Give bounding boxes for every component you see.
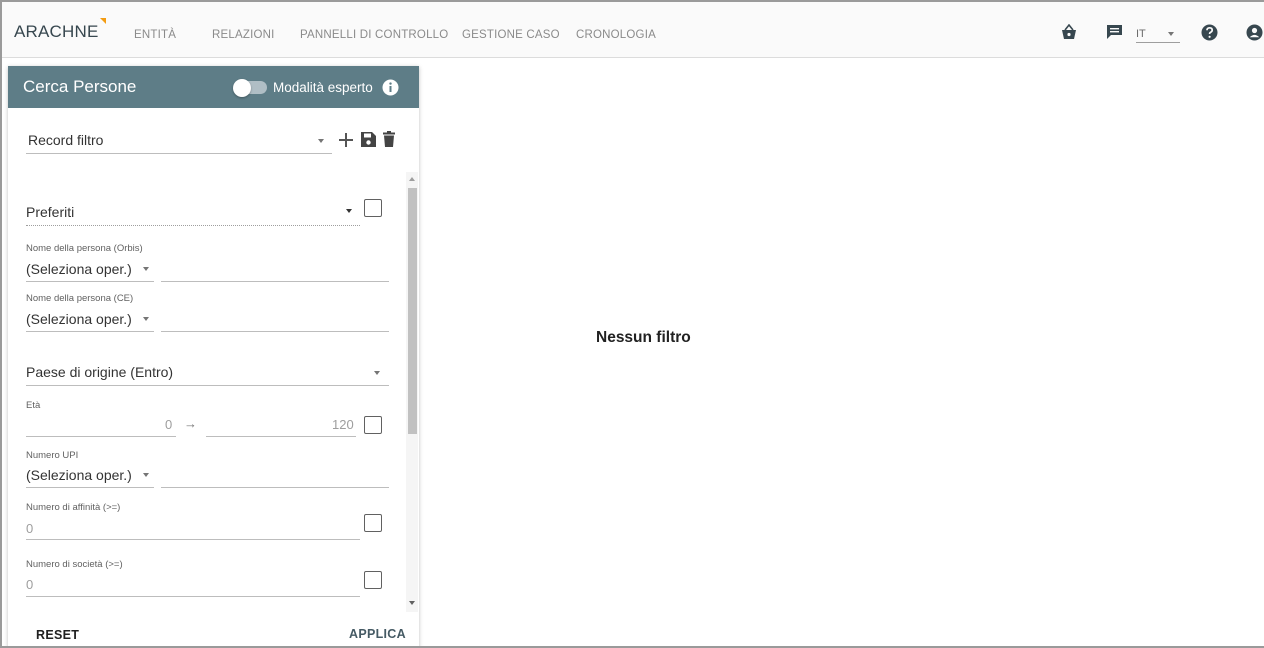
nav-gestione-caso[interactable]: GESTIONE CASO <box>462 29 560 41</box>
affinity-underline <box>26 539 360 540</box>
chevron-down-icon <box>374 371 380 375</box>
scroll-down-icon[interactable] <box>408 600 416 606</box>
favorites-checkbox[interactable] <box>364 199 382 217</box>
country-select[interactable]: Paese di origine (Entro) <box>26 364 173 380</box>
nav-entita[interactable]: ENTITÀ <box>134 29 176 41</box>
chevron-down-icon <box>346 209 352 213</box>
companies-checkbox[interactable] <box>364 571 382 589</box>
chevron-down-icon <box>143 267 149 271</box>
name-input-ce[interactable] <box>161 331 389 332</box>
age-max-underline <box>206 436 356 437</box>
brand-name: ARACHNE <box>14 22 99 41</box>
language-select[interactable]: IT <box>1136 28 1180 43</box>
chevron-down-icon <box>318 139 324 143</box>
panel-header: Cerca Persone Modalità esperto <box>8 66 419 108</box>
chat-icon[interactable] <box>1106 24 1123 40</box>
basket-icon[interactable] <box>1060 24 1078 40</box>
chevron-down-icon <box>1168 32 1174 36</box>
brand-logo[interactable]: ARACHNE <box>14 18 106 42</box>
operator-underline-upi <box>26 487 154 488</box>
operator-select-ce[interactable]: (Seleziona oper.) <box>26 311 132 327</box>
age-label: Età <box>26 400 41 411</box>
reset-button[interactable]: RESET <box>36 628 79 642</box>
scroll-up-icon[interactable] <box>408 176 416 182</box>
nav-relazioni[interactable]: RELAZIONI <box>212 29 275 41</box>
operator-select-upi[interactable]: (Seleziona oper.) <box>26 467 132 483</box>
favorites-select[interactable]: Preferiti <box>26 204 74 220</box>
operator-underline-orbis <box>26 281 154 282</box>
add-icon[interactable] <box>339 133 353 147</box>
expert-mode-label: Modalità esperto <box>273 80 373 95</box>
operator-select-orbis[interactable]: (Seleziona oper.) <box>26 261 132 277</box>
upi-label: Numero UPI <box>26 450 79 461</box>
search-panel: Cerca Persone Modalità esperto Record fi… <box>8 66 419 646</box>
age-checkbox[interactable] <box>364 416 382 434</box>
field-label-ce: Nome della persona (CE) <box>26 293 134 304</box>
affinity-checkbox[interactable] <box>364 514 382 532</box>
panel-title: Cerca Persone <box>23 77 137 96</box>
record-filter-underline <box>26 153 332 154</box>
favorites-underline <box>26 225 360 226</box>
nav-cronologia[interactable]: CRONOLOGIA <box>576 29 656 41</box>
toggle-knob <box>233 78 251 97</box>
name-input-orbis[interactable] <box>161 281 389 282</box>
country-underline <box>26 385 389 386</box>
expert-mode-toggle[interactable] <box>233 78 267 97</box>
arrow-right-icon: → <box>184 416 197 431</box>
scrollbar-thumb[interactable] <box>408 188 417 434</box>
top-bar: ARACHNE ENTITÀ RELAZIONI PANNELLI DI CON… <box>2 2 1264 58</box>
account-icon[interactable] <box>1246 24 1263 41</box>
operator-underline-ce <box>26 331 154 332</box>
age-max-input[interactable]: 120 <box>332 417 354 432</box>
language-value: IT <box>1136 28 1146 40</box>
companies-label: Numero di società (>=) <box>26 559 123 570</box>
delete-icon[interactable] <box>383 131 395 147</box>
upi-input[interactable] <box>161 487 389 488</box>
help-icon[interactable] <box>1201 24 1218 41</box>
nav-pannelli-di-controllo[interactable]: PANNELLI DI CONTROLLO <box>300 29 448 41</box>
chevron-down-icon <box>143 317 149 321</box>
companies-underline <box>26 596 360 597</box>
save-icon[interactable] <box>361 132 376 147</box>
brand-mark <box>99 18 106 24</box>
affinity-input[interactable]: 0 <box>26 521 33 536</box>
empty-state-message: Nessun filtro <box>596 329 691 346</box>
record-filter-select[interactable]: Record filtro <box>28 132 103 148</box>
age-min-underline <box>26 436 176 437</box>
chevron-down-icon <box>143 473 149 477</box>
info-icon[interactable] <box>382 79 399 96</box>
apply-button[interactable]: APPLICA <box>349 627 406 641</box>
field-label-orbis: Nome della persona (Orbis) <box>26 243 143 254</box>
companies-input[interactable]: 0 <box>26 577 33 592</box>
app-frame: ARACHNE ENTITÀ RELAZIONI PANNELLI DI CON… <box>0 0 1264 648</box>
age-min-input[interactable]: 0 <box>165 417 172 432</box>
affinity-label: Numero di affinità (>=) <box>26 502 121 513</box>
